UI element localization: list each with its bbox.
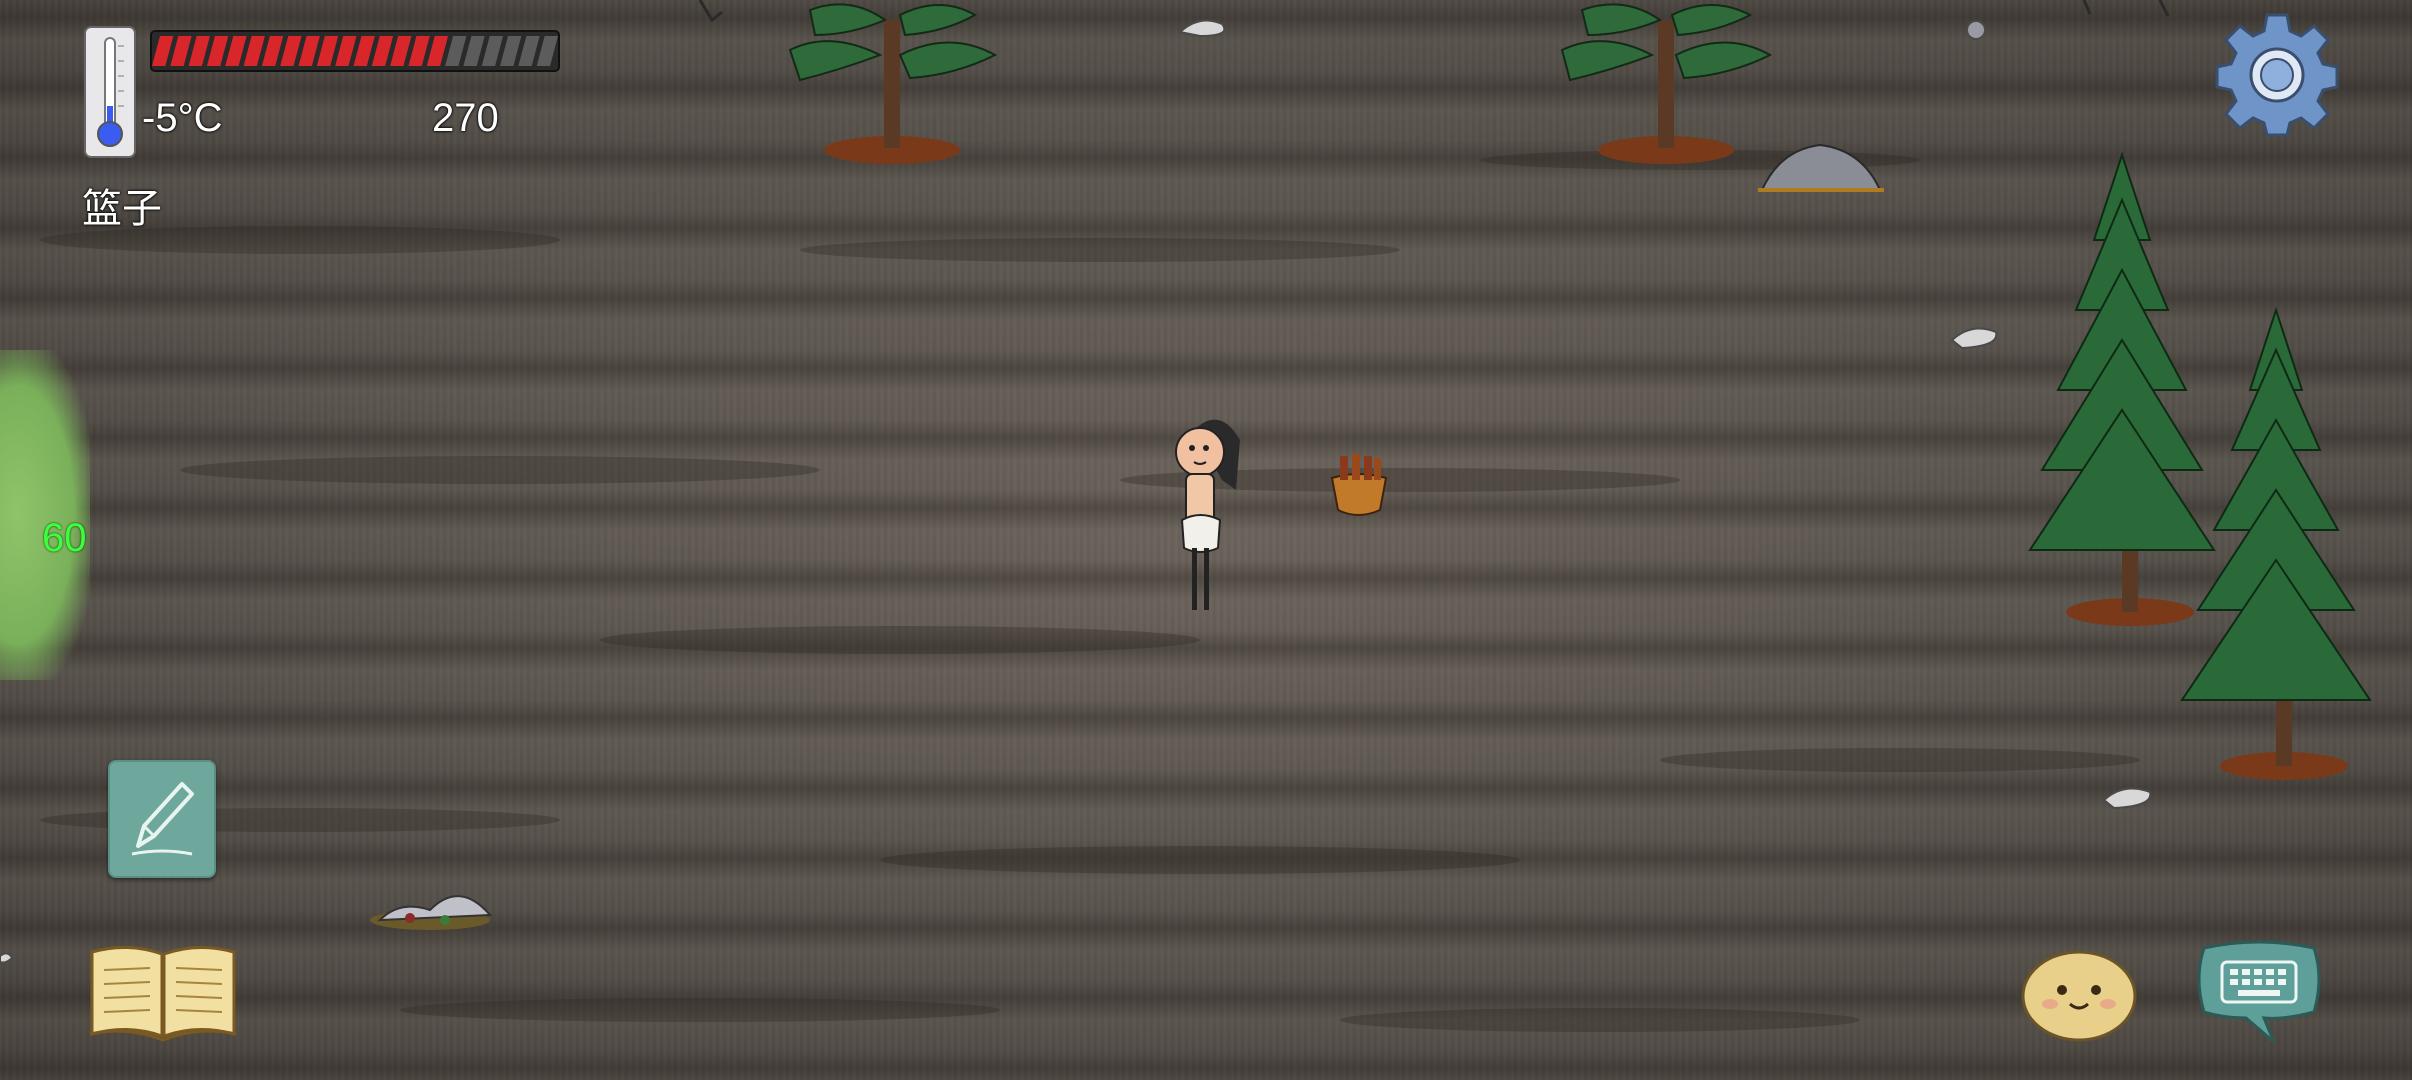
basket-on-ground[interactable] bbox=[1330, 454, 1388, 516]
stone[interactable] bbox=[1950, 327, 1998, 350]
stone[interactable] bbox=[1177, 19, 1226, 38]
pine-tree-1[interactable] bbox=[788, 3, 998, 164]
pine-tree-2[interactable] bbox=[1560, 3, 1773, 164]
player-character[interactable] bbox=[1175, 419, 1240, 610]
keyboard-chat-icon bbox=[2197, 940, 2321, 1044]
settings-button[interactable] bbox=[2214, 12, 2340, 138]
stone[interactable] bbox=[0, 952, 14, 964]
game-world[interactable] bbox=[0, 0, 2412, 1080]
thermometer-icon bbox=[84, 26, 136, 158]
food-meter bbox=[150, 30, 560, 72]
score-counter: 270 bbox=[432, 96, 499, 140]
book-button[interactable] bbox=[88, 940, 238, 1042]
emote-button[interactable] bbox=[2020, 946, 2138, 1042]
chat-button[interactable] bbox=[2194, 938, 2324, 1048]
stone[interactable] bbox=[1966, 20, 1986, 40]
note-button[interactable] bbox=[108, 760, 216, 878]
gear-icon bbox=[2215, 13, 2339, 137]
grass-patch[interactable] bbox=[0, 350, 90, 680]
fps-counter: 60 bbox=[42, 516, 87, 560]
smiley-face-icon bbox=[2021, 950, 2137, 1042]
pine-tree-3[interactable] bbox=[2028, 151, 2216, 626]
pencil-icon bbox=[131, 782, 194, 856]
held-item-label: 篮子 bbox=[82, 187, 162, 231]
open-book-icon bbox=[89, 945, 237, 1042]
soil-streaks bbox=[40, 150, 2140, 1032]
temperature-readout: -5°C bbox=[142, 96, 223, 140]
world-scene bbox=[0, 0, 2372, 1032]
stone[interactable] bbox=[2102, 787, 2152, 810]
rubble-pile[interactable] bbox=[370, 895, 493, 930]
